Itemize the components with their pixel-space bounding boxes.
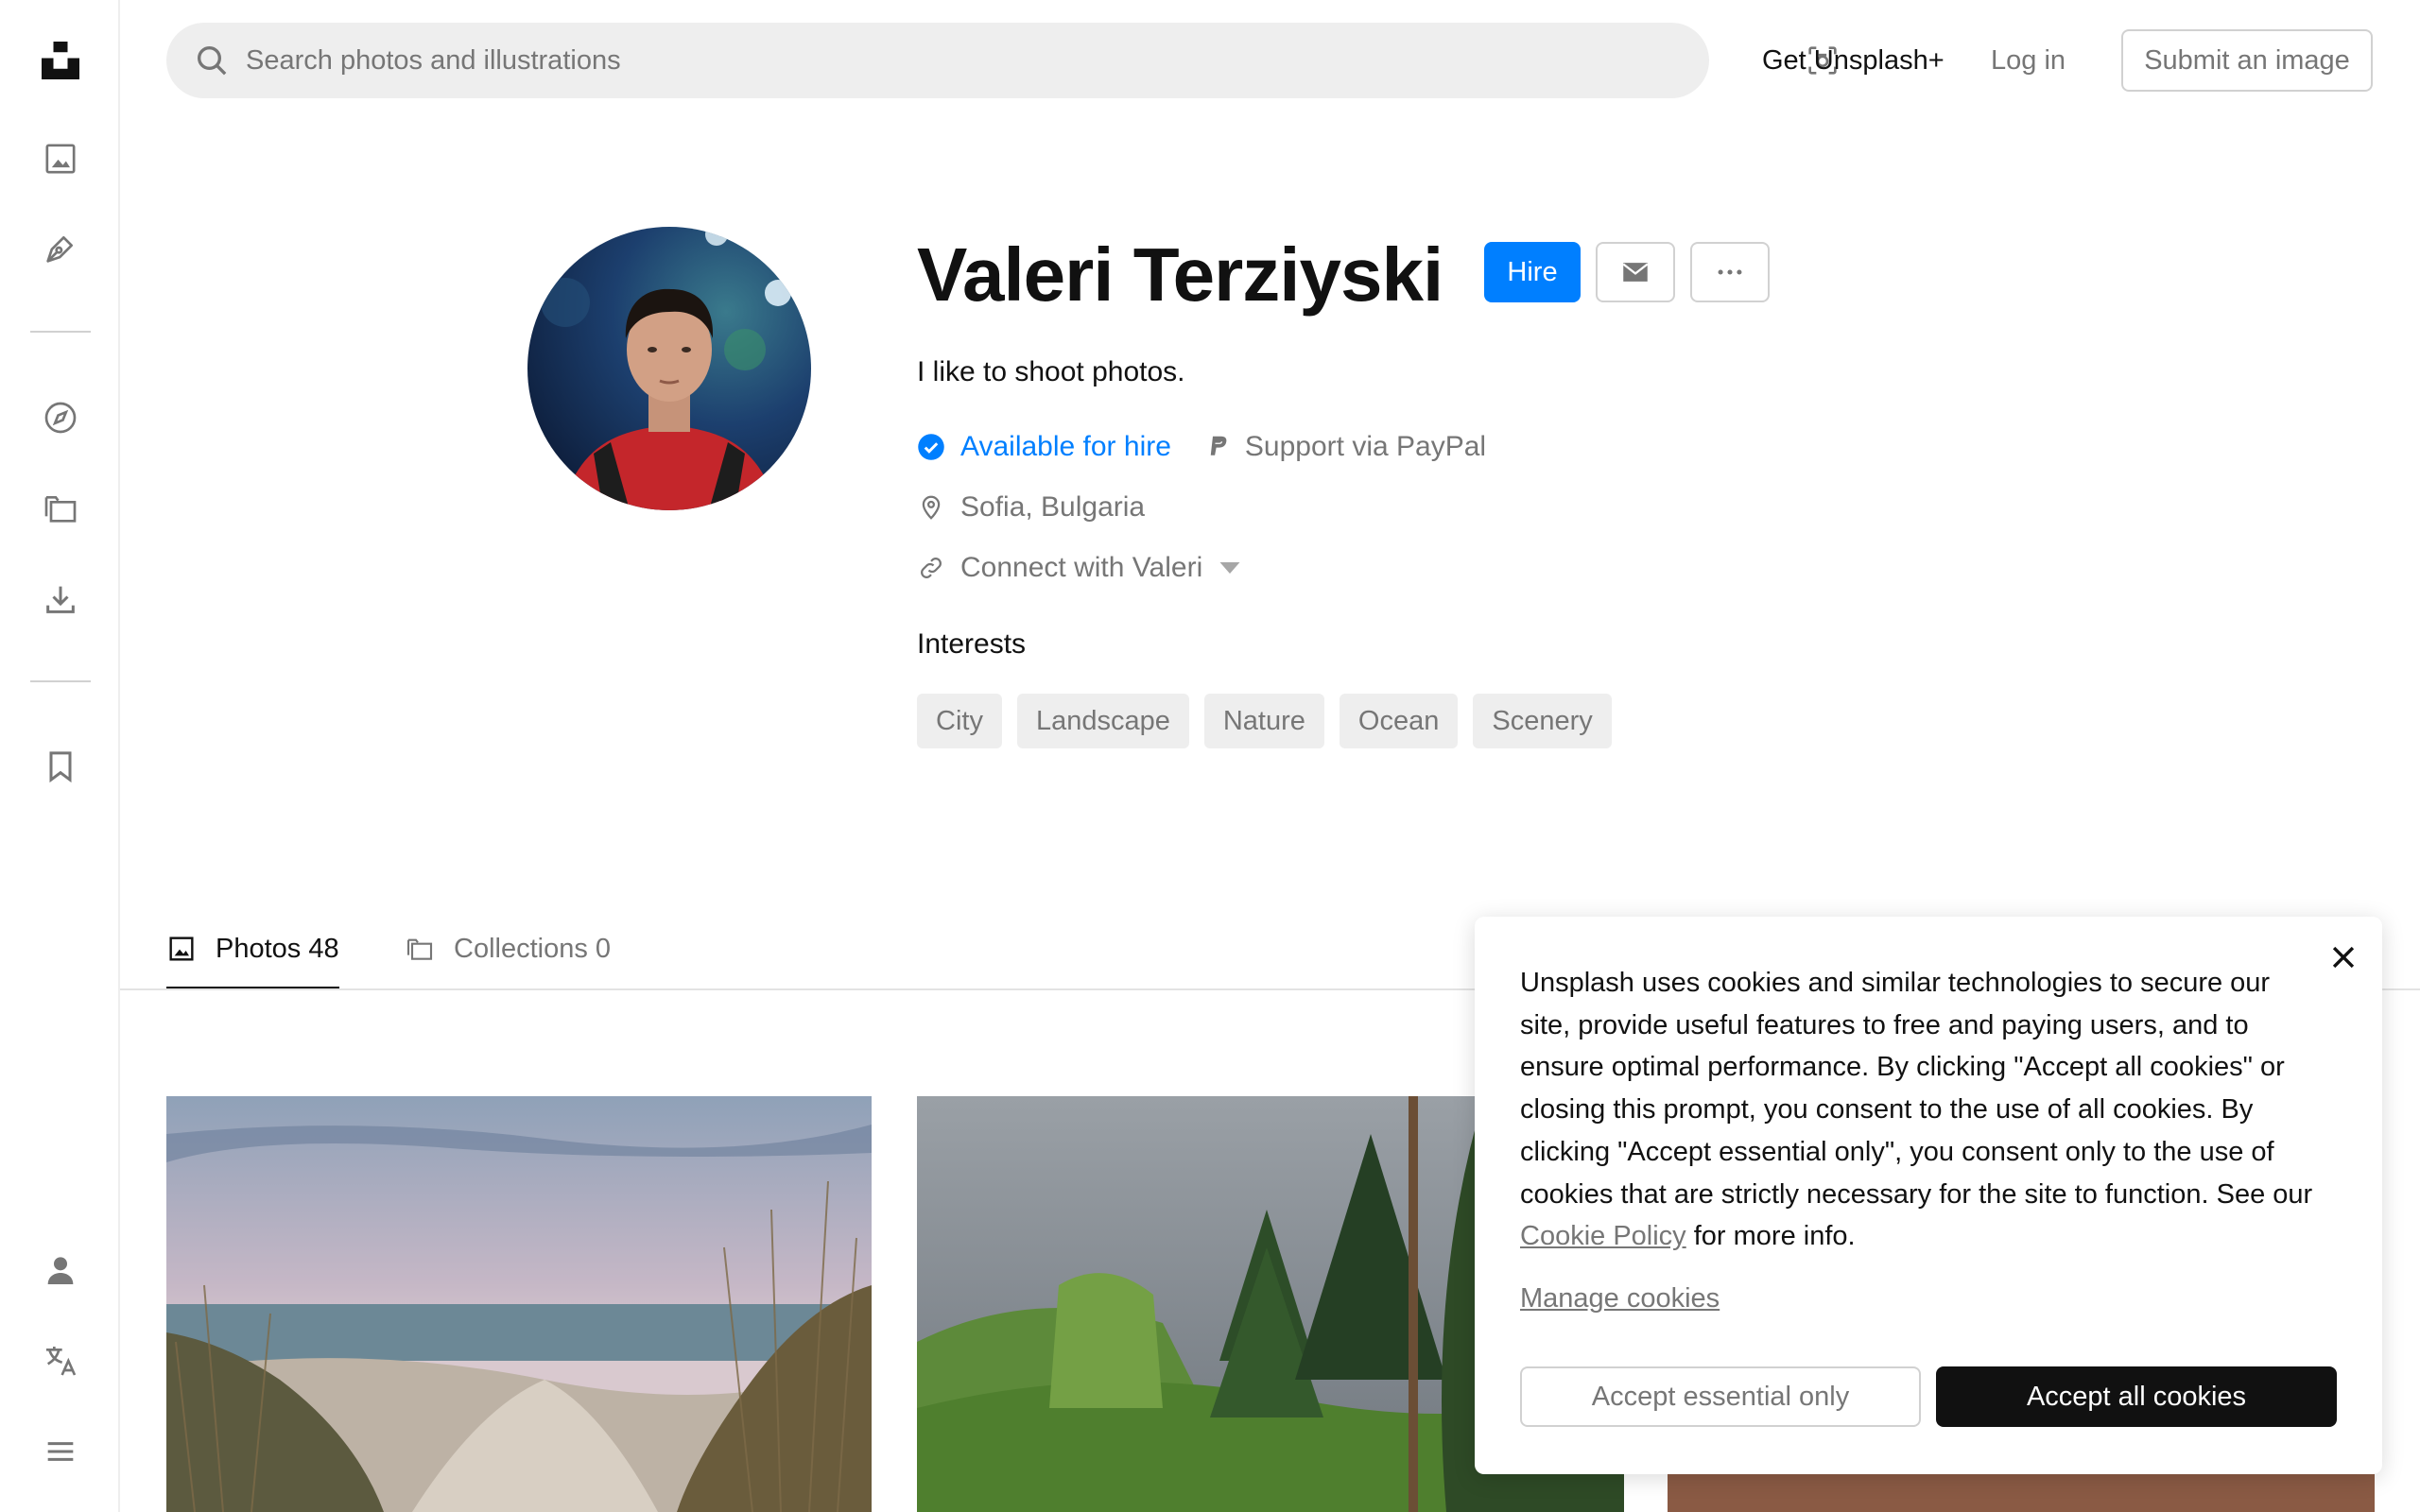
bookmark-icon[interactable]	[32, 738, 89, 795]
avatar	[527, 227, 811, 510]
collections-count: 0	[595, 933, 612, 964]
accept-all-button[interactable]: Accept all cookies	[1936, 1366, 2337, 1427]
location-text: Sofia, Bulgaria	[960, 491, 1146, 523]
language-icon[interactable]	[32, 1332, 89, 1389]
paypal-icon	[1210, 436, 1227, 455]
interest-tag-city[interactable]: City	[917, 694, 1002, 748]
hire-availability-row: Available for hire Support via PayPal	[917, 426, 1486, 468]
interest-tag-nature[interactable]: Nature	[1203, 694, 1324, 748]
photos-icon[interactable]	[32, 130, 89, 187]
profile-name: Valeri Terziyski	[917, 232, 1443, 317]
available-for-hire-link[interactable]: Available for hire	[960, 431, 1171, 463]
interests-heading: Interests	[917, 628, 1027, 660]
user-icon[interactable]	[32, 1242, 89, 1298]
hire-button[interactable]: Hire	[1484, 242, 1581, 302]
manage-cookies-link[interactable]: Manage cookies	[1520, 1280, 1720, 1317]
sidebar-divider	[30, 331, 91, 333]
login-link[interactable]: Log in	[1991, 42, 2066, 79]
photos-count: 48	[308, 933, 339, 964]
connect-dropdown[interactable]: Connect with Valeri	[917, 547, 1259, 589]
more-actions-button[interactable]	[1690, 242, 1770, 302]
explore-compass-icon[interactable]	[32, 389, 89, 446]
tab-collections[interactable]: Collections 0	[405, 909, 611, 988]
cookie-text-end: for more info.	[1685, 1221, 1856, 1252]
photos-tab-icon	[169, 936, 194, 961]
illustrations-pen-icon[interactable]	[32, 220, 89, 277]
search-icon[interactable]	[193, 42, 231, 79]
link-icon	[921, 558, 942, 578]
cookie-close-button[interactable]	[2322, 936, 2365, 979]
submit-image-button[interactable]: Submit an image	[2121, 29, 2373, 92]
verified-check-icon	[918, 434, 944, 460]
download-icon[interactable]	[32, 571, 89, 627]
get-unsplash-plus-link[interactable]: Get Unsplash+	[1762, 42, 1945, 79]
cookie-text: Unsplash uses cookies and similar techno…	[1520, 962, 2324, 1258]
sidebar	[0, 0, 120, 1512]
menu-icon[interactable]	[32, 1423, 89, 1480]
interest-tag-ocean[interactable]: Ocean	[1339, 694, 1459, 748]
interest-tag-landscape[interactable]: Landscape	[1016, 694, 1189, 748]
photos-tab-label: Photos	[216, 933, 302, 964]
close-icon	[2332, 946, 2355, 969]
profile-bio: I like to shoot photos.	[917, 356, 1185, 387]
tab-photos[interactable]: Photos 48	[166, 909, 339, 990]
paypal-support-link[interactable]: Support via PayPal	[1203, 431, 1486, 463]
collections-tab-label: Collections	[454, 933, 588, 964]
interest-tag-scenery[interactable]: Scenery	[1473, 694, 1612, 748]
sidebar-divider	[30, 680, 91, 682]
collections-tab-icon	[406, 938, 433, 960]
location-pin-icon	[922, 495, 941, 520]
interests-tags: City Landscape Nature Ocean Scenery	[917, 694, 1612, 748]
cookie-banner: Unsplash uses cookies and similar techno…	[1475, 917, 2382, 1474]
chevron-down-icon	[1219, 562, 1240, 574]
location-row: Sofia, Bulgaria	[917, 487, 1145, 528]
mail-icon	[1622, 263, 1649, 282]
accept-essential-button[interactable]: Accept essential only	[1520, 1366, 1921, 1427]
search-input[interactable]	[246, 23, 1758, 98]
collections-icon[interactable]	[32, 480, 89, 537]
cookie-text-body: Unsplash uses cookies and similar techno…	[1520, 968, 2313, 1210]
search-bar[interactable]	[166, 23, 1837, 98]
paypal-label: Support via PayPal	[1244, 431, 1487, 462]
ellipsis-icon	[1718, 269, 1742, 275]
unsplash-logo-icon[interactable]	[32, 32, 89, 89]
message-button[interactable]	[1596, 242, 1675, 302]
cookie-policy-link[interactable]: Cookie Policy	[1520, 1221, 1686, 1251]
photo-card[interactable]	[166, 1096, 872, 1512]
connect-label: Connect with Valeri	[960, 552, 1203, 583]
